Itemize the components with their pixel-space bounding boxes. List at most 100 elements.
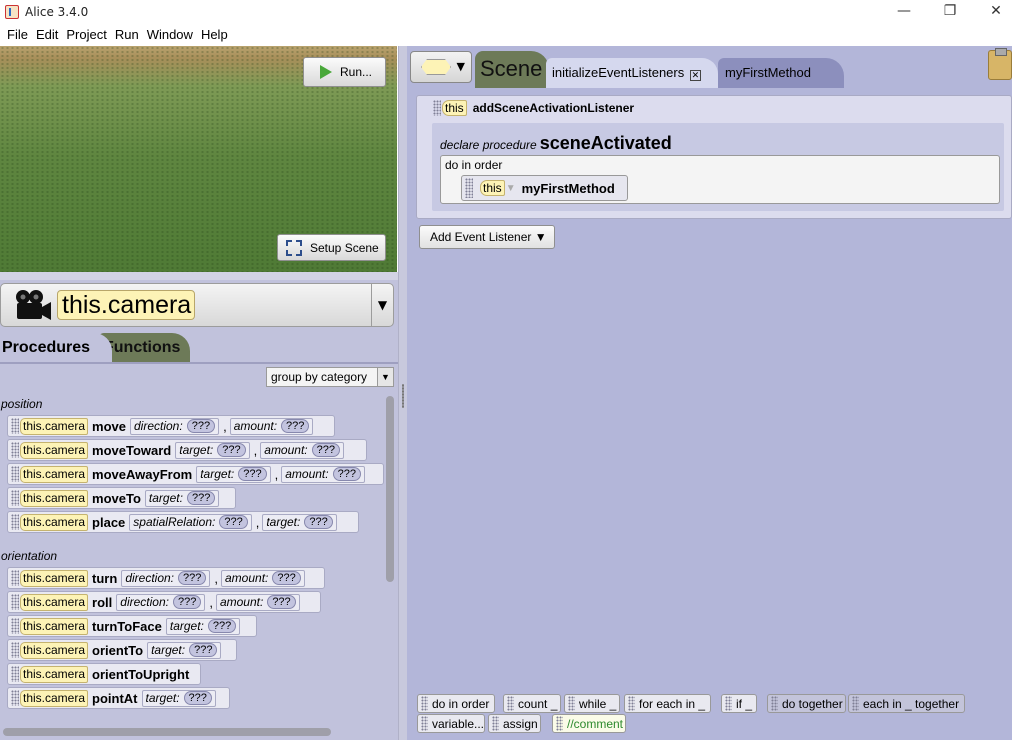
param-amount[interactable]: amount:??? <box>221 569 305 587</box>
tile-count[interactable]: count _ <box>503 694 561 713</box>
procedure-orienttoupright[interactable]: this.camera orientToUpright <box>7 663 201 685</box>
param-target[interactable]: target:??? <box>175 441 250 459</box>
procedure-move[interactable]: this.camera move direction:??? , amount:… <box>7 415 335 437</box>
method-name: moveToward <box>92 442 172 458</box>
param-target[interactable]: target:??? <box>144 489 220 507</box>
palette-horizontal-scrollbar[interactable] <box>3 728 331 736</box>
statement-method: myFirstMethod <box>521 180 615 196</box>
param-target[interactable]: target:??? <box>165 617 241 635</box>
add-event-listener-button[interactable]: Add Event Listener ▼ <box>419 225 555 249</box>
tile-do-together[interactable]: do together <box>767 694 846 713</box>
tile-variable[interactable]: variable... <box>417 714 485 733</box>
tile-for-each-in[interactable]: for each in _ <box>624 694 711 713</box>
type-selector[interactable]: ▼ <box>410 51 472 83</box>
drag-handle[interactable] <box>11 442 19 458</box>
camera-icon <box>13 288 53 322</box>
procedure-orientto[interactable]: this.camera orientTo target:??? <box>7 639 237 661</box>
procedure-moveawayfrom[interactable]: this.camera moveAwayFrom target:??? , am… <box>7 463 384 485</box>
instance-selector[interactable]: this.camera ▼ <box>0 283 394 327</box>
tab-myfirstmethod[interactable]: myFirstMethod <box>718 58 844 88</box>
procedure-place[interactable]: this.camera place spatialRelation:??? , … <box>7 511 359 533</box>
drag-handle[interactable] <box>11 570 19 586</box>
procedure-turntoface[interactable]: this.camera turnToFace target:??? <box>7 615 257 637</box>
instance-pill[interactable]: this <box>480 180 505 196</box>
param-target[interactable]: target:??? <box>196 465 271 483</box>
menu-project[interactable]: Project <box>62 27 110 42</box>
tab-procedures[interactable]: Procedures <box>0 333 112 363</box>
drag-handle[interactable] <box>11 594 19 610</box>
method-name: turnToFace <box>92 618 162 634</box>
method-name: moveAwayFrom <box>92 466 193 482</box>
param-target[interactable]: target:??? <box>262 513 337 531</box>
statement-myfirstmethod[interactable]: this ▼ myFirstMethod <box>461 175 628 201</box>
minimize-button[interactable]: — <box>881 0 927 24</box>
tile-comment[interactable]: //comment <box>552 714 626 733</box>
group-by-select[interactable]: group by category ▼ <box>266 367 394 387</box>
procedure-movetoward[interactable]: this.camera moveToward target:??? , amou… <box>7 439 367 461</box>
tab-scene[interactable]: Scene <box>475 51 549 88</box>
menu-window[interactable]: Window <box>143 27 197 42</box>
tile-do-in-order[interactable]: do in order <box>417 694 495 713</box>
menu-edit[interactable]: Edit <box>32 27 62 42</box>
tile-each-in-together[interactable]: each in _ together <box>848 694 965 713</box>
method-name: moveTo <box>92 490 141 506</box>
listener-header: this addSceneActivationListener <box>433 100 634 116</box>
param-spatial-relation[interactable]: spatialRelation:??? <box>129 513 252 531</box>
drag-handle[interactable] <box>11 690 19 706</box>
param-target[interactable]: target:??? <box>147 641 222 659</box>
chevron-down-icon[interactable]: ▼ <box>506 183 516 194</box>
param-amount[interactable]: amount:??? <box>260 441 344 459</box>
instance-dropdown-arrow[interactable]: ▼ <box>371 284 393 326</box>
procedure-roll[interactable]: this.camera roll direction:??? , amount:… <box>7 591 321 613</box>
param-direction[interactable]: direction:??? <box>116 593 206 611</box>
drag-handle[interactable] <box>11 666 19 682</box>
procedure-moveto[interactable]: this.camera moveTo target:??? <box>7 487 236 509</box>
group-by-value: group by category <box>271 370 368 384</box>
param-amount[interactable]: amount:??? <box>281 465 365 483</box>
palette-vertical-scrollbar[interactable] <box>386 396 394 582</box>
method-name: orientToUpright <box>92 666 190 682</box>
tab-label: myFirstMethod <box>725 65 811 80</box>
do-in-order-label: do in order <box>445 158 503 172</box>
setup-scene-button[interactable]: Setup Scene <box>277 234 386 261</box>
instance-pill: this.camera <box>20 617 89 635</box>
instance-pill: this.camera <box>20 465 89 483</box>
drag-handle[interactable] <box>11 514 19 530</box>
param-amount[interactable]: amount:??? <box>215 593 300 611</box>
listener-method: addSceneActivationListener <box>472 101 635 115</box>
horizontal-splitter[interactable] <box>0 272 398 280</box>
clipboard-icon[interactable] <box>988 48 1012 80</box>
method-name: orientTo <box>92 642 144 658</box>
close-icon[interactable]: ✕ <box>689 70 701 81</box>
drag-handle[interactable] <box>11 642 19 658</box>
procedure-pointat[interactable]: this.camera pointAt target:??? <box>7 687 230 709</box>
close-window-button[interactable]: ✕ <box>973 0 1012 24</box>
drag-handle[interactable] <box>433 100 441 116</box>
instance-pill: this.camera <box>20 513 89 531</box>
tile-assign[interactable]: assign <box>488 714 541 733</box>
instance-pill: this.camera <box>20 641 89 659</box>
tab-initializeeventlisteners[interactable]: initializeEventListeners ✕ <box>546 58 718 88</box>
tile-if[interactable]: if _ <box>721 694 757 713</box>
tile-while[interactable]: while _ <box>564 694 620 713</box>
param-direction[interactable]: direction:??? <box>130 417 220 435</box>
drag-handle[interactable] <box>11 418 19 434</box>
vertical-splitter[interactable] <box>398 46 407 740</box>
drag-handle[interactable] <box>465 178 473 198</box>
menu-run[interactable]: Run <box>111 27 143 42</box>
tab-divider <box>0 362 398 364</box>
chevron-down-icon: ▼ <box>377 368 393 386</box>
drag-handle[interactable] <box>11 490 19 506</box>
type-hexagon-icon <box>421 59 451 75</box>
param-target[interactable]: target:??? <box>141 689 216 707</box>
drag-handle[interactable] <box>11 466 19 482</box>
restore-button[interactable]: ❐ <box>927 0 973 24</box>
param-direction[interactable]: direction:??? <box>121 569 211 587</box>
menu-bar: File Edit Project Run Window Help <box>0 24 1012 45</box>
procedure-turn[interactable]: this.camera turn direction:??? , amount:… <box>7 567 325 589</box>
drag-handle[interactable] <box>11 618 19 634</box>
run-button[interactable]: Run... <box>303 57 386 87</box>
menu-help[interactable]: Help <box>197 27 232 42</box>
param-amount[interactable]: amount:??? <box>229 417 314 435</box>
menu-file[interactable]: File <box>3 27 32 42</box>
